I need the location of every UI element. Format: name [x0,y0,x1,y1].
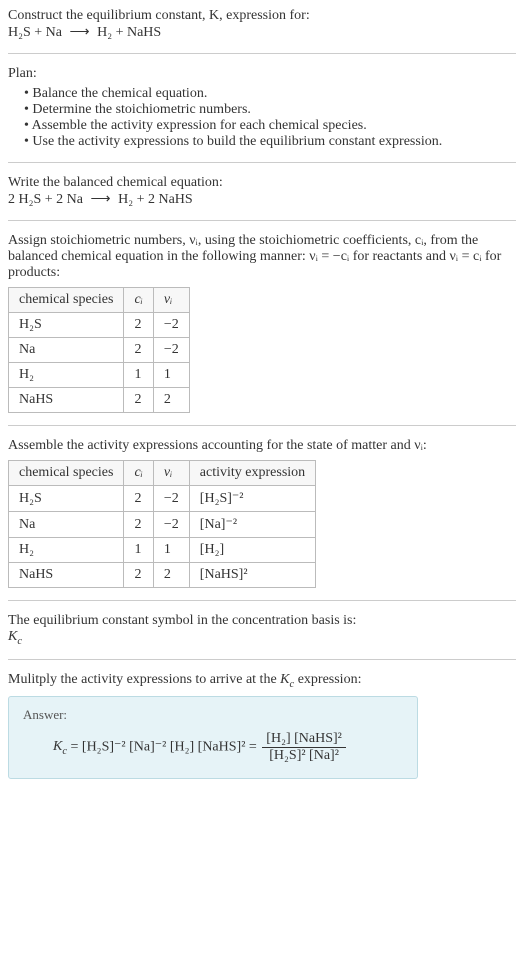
arrow-icon: ⟶ [87,192,115,207]
divider [8,600,516,601]
cell-species: Na [9,338,124,363]
prompt-line1: Construct the equilibrium constant, K, e… [8,8,516,24]
table-row: NaHS 2 2 [9,388,190,413]
cell-species: Na [9,512,124,538]
plan-item: Determine the stoichiometric numbers. [24,102,516,118]
col-activity: activity expression [189,461,315,486]
cell-ci: 2 [124,338,153,363]
table-row: Na 2 −2 [9,338,190,363]
ci-label: cᵢ [134,292,142,307]
cell-vi: −2 [153,338,189,363]
kc-symbol: Kc [53,739,67,754]
table-row: Na 2 −2 [Na]⁻² [9,512,316,538]
prompt-eq-left: H₂S + Na [8,25,62,40]
activity-table: chemical species cᵢ νᵢ activity expressi… [8,460,316,588]
divider [8,53,516,54]
arrow-icon: ⟶ [66,25,94,40]
balanced-eq-right: H₂ + 2 NaHS [118,192,193,207]
vi-label: νᵢ [164,465,172,480]
cell-activity: [NaHS]² [189,563,315,588]
cell-ci: 1 [124,538,153,563]
cell-activity: [H₂] [189,538,315,563]
ci-label: cᵢ [134,465,142,480]
table-header-row: chemical species cᵢ νᵢ [9,288,190,313]
plan-list: Balance the chemical equation. Determine… [8,86,516,150]
cell-ci: 2 [124,388,153,413]
divider [8,659,516,660]
table-header-row: chemical species cᵢ νᵢ activity expressi… [9,461,316,486]
divider [8,162,516,163]
cell-activity: [H₂S]⁻² [189,486,315,512]
stoich-table: chemical species cᵢ νᵢ H₂S 2 −2 Na 2 −2 … [8,287,190,413]
table-row: H₂ 1 1 [9,363,190,388]
divider [8,220,516,221]
col-species: chemical species [9,288,124,313]
plan-section: Plan: Balance the chemical equation. Det… [8,66,516,150]
cell-vi: 1 [153,363,189,388]
balanced-eq-left: 2 H₂S + 2 Na [8,192,83,207]
multiply-intro: Mulitply the activity expressions to arr… [8,672,516,690]
table-row: H₂S 2 −2 [H₂S]⁻² [9,486,316,512]
cell-vi: 2 [153,388,189,413]
cell-vi: 1 [153,538,189,563]
cell-activity: [Na]⁻² [189,512,315,538]
cell-ci: 2 [124,486,153,512]
answer-box: Answer: Kc = [H₂S]⁻² [Na]⁻² [H₂] [NaHS]²… [8,696,418,779]
activity-section: Assemble the activity expressions accoun… [8,438,516,588]
cell-ci: 2 [124,563,153,588]
cell-species: H₂ [9,363,124,388]
prompt-section: Construct the equilibrium constant, K, e… [8,8,516,41]
cell-vi: 2 [153,563,189,588]
multiply-text: Mulitply the activity expressions to arr… [8,672,361,687]
table-row: H₂S 2 −2 [9,313,190,338]
table-row: NaHS 2 2 [NaHS]² [9,563,316,588]
plan-title: Plan: [8,66,516,82]
answer-fraction: [H₂] [NaHS]² [H₂S]² [Na]² [262,731,346,764]
cell-ci: 1 [124,363,153,388]
symbol-line1: The equilibrium constant symbol in the c… [8,613,516,629]
answer-expression: Kc = [H₂S]⁻² [Na]⁻² [H₂] [NaHS]² = [H₂] … [53,731,403,764]
prompt-eq-right: H₂ + NaHS [97,25,161,40]
cell-vi: −2 [153,313,189,338]
plan-item: Use the activity expressions to build th… [24,134,516,150]
cell-vi: −2 [153,486,189,512]
cell-vi: −2 [153,512,189,538]
fraction-numerator: [H₂] [NaHS]² [262,731,346,748]
cell-ci: 2 [124,313,153,338]
fraction-denominator: [H₂S]² [Na]² [262,748,346,764]
col-vi: νᵢ [153,288,189,313]
col-species: chemical species [9,461,124,486]
col-vi: νᵢ [153,461,189,486]
col-ci: cᵢ [124,461,153,486]
cell-ci: 2 [124,512,153,538]
symbol-kc: Kc [8,629,516,647]
plan-item: Assemble the activity expression for eac… [24,118,516,134]
answer-rhs1: = [H₂S]⁻² [Na]⁻² [H₂] [NaHS]² = [71,739,257,754]
stoich-section: Assign stoichiometric numbers, νᵢ, using… [8,233,516,413]
multiply-section: Mulitply the activity expressions to arr… [8,672,516,779]
answer-label: Answer: [23,707,403,723]
cell-species: NaHS [9,563,124,588]
divider [8,425,516,426]
balanced-equation: 2 H₂S + 2 Na ⟶ H₂ + 2 NaHS [8,191,516,208]
cell-species: H₂S [9,313,124,338]
col-ci: cᵢ [124,288,153,313]
plan-item: Balance the chemical equation. [24,86,516,102]
symbol-section: The equilibrium constant symbol in the c… [8,613,516,647]
balanced-intro: Write the balanced chemical equation: [8,175,516,191]
activity-intro: Assemble the activity expressions accoun… [8,438,516,454]
cell-species: NaHS [9,388,124,413]
balanced-section: Write the balanced chemical equation: 2 … [8,175,516,208]
vi-label: νᵢ [164,292,172,307]
stoich-intro: Assign stoichiometric numbers, νᵢ, using… [8,233,516,281]
table-row: H₂ 1 1 [H₂] [9,538,316,563]
prompt-equation: H₂S + Na ⟶ H₂ + NaHS [8,24,516,41]
cell-species: H₂S [9,486,124,512]
cell-species: H₂ [9,538,124,563]
